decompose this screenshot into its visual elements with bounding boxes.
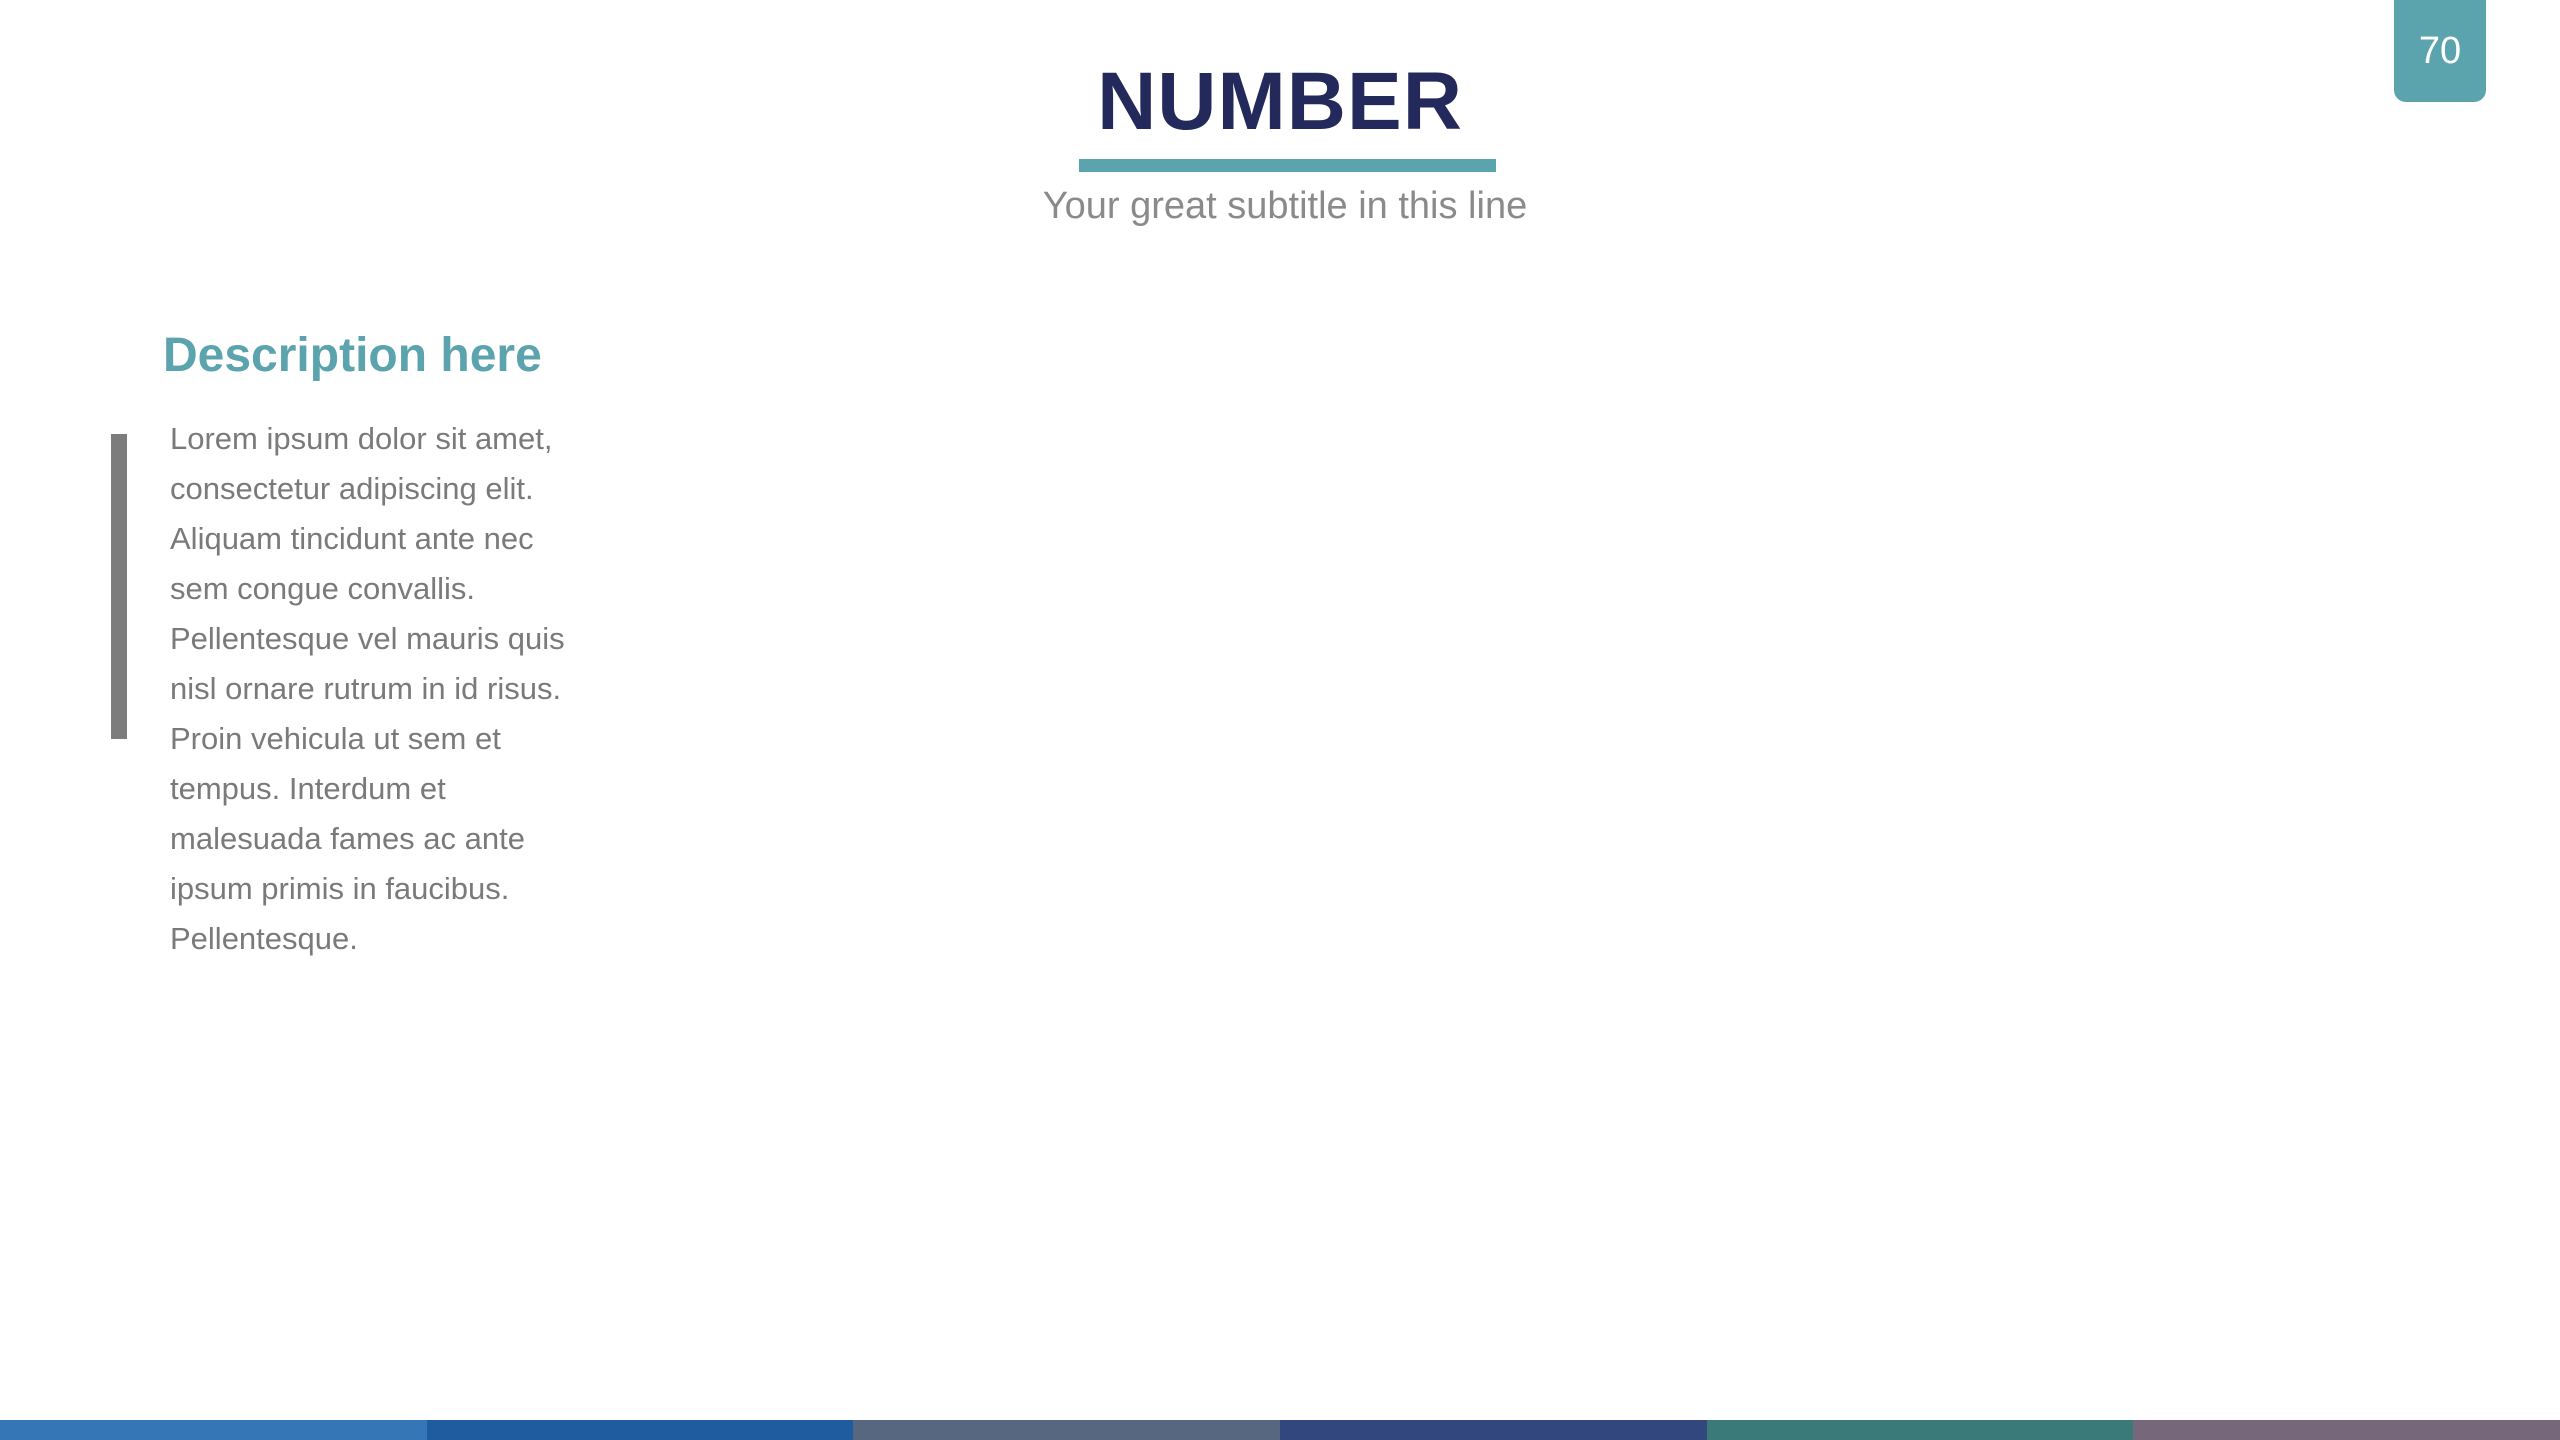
title-underline — [1079, 159, 1496, 172]
footer-segment — [1280, 1420, 1707, 1440]
description-heading: Description here — [163, 329, 542, 382]
slide: 70 NUMBER Your great subtitle in this li… — [0, 0, 2560, 1440]
description-body: Lorem ipsum dolor sit amet, consectetur … — [170, 421, 565, 956]
slide-subtitle: Your great subtitle in this line — [1042, 185, 1528, 227]
footer-segment — [1706, 1420, 2134, 1440]
slide-title: NUMBER — [1097, 56, 1463, 147]
quote-bar — [111, 434, 127, 739]
footer-segment — [853, 1420, 1281, 1440]
footer-segment — [426, 1420, 854, 1440]
footer-color-strip — [0, 1420, 2560, 1440]
footer-segment — [0, 1420, 427, 1440]
footer-segment — [2133, 1420, 2560, 1440]
